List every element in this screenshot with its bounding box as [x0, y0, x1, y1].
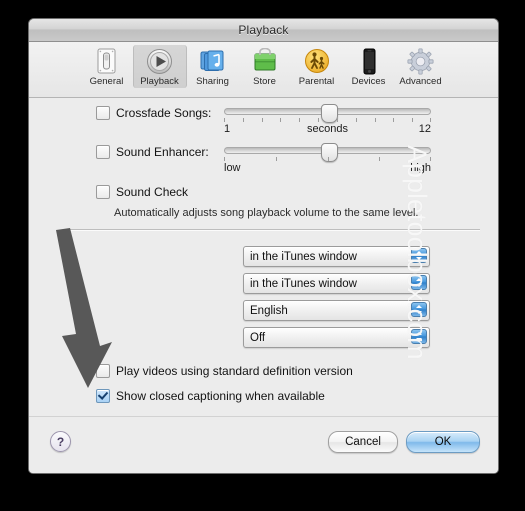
toolbar-item-general[interactable]: General: [81, 45, 133, 88]
help-button[interactable]: ?: [50, 431, 71, 452]
toolbar-label-devices: Devices: [351, 76, 386, 87]
crossfade-slider[interactable]: 1 seconds 12: [224, 104, 431, 135]
devices-icon: [356, 47, 382, 75]
toolbar-label-playback: Playback: [140, 76, 179, 87]
preferences-toolbar: General Playback Sharing Store Parental …: [29, 42, 498, 98]
toolbar-label-advanced: Advanced: [399, 76, 442, 87]
toolbar-item-advanced[interactable]: Advanced: [395, 45, 447, 88]
toolbar-label-sharing: Sharing: [196, 76, 229, 87]
general-icon: [94, 47, 119, 75]
sound-enhancer-label: Sound Enhancer:: [116, 145, 209, 159]
standard-definition-label: Play videos using standard definition ve…: [116, 364, 353, 378]
toolbar-item-devices[interactable]: Devices: [343, 45, 395, 88]
crossfade-min-label: 1: [224, 123, 231, 135]
crossfade-max-label: 12: [418, 123, 431, 135]
sound-enhancer-min-label: low: [224, 162, 241, 174]
play-movies-value: in the iTunes window: [250, 250, 357, 263]
closed-captioning-checkbox[interactable]: [96, 389, 110, 403]
sound-enhancer-slider-ticks: [224, 157, 431, 162]
sound-enhancer-checkbox[interactable]: [96, 145, 110, 159]
dialog-footer: ? Cancel OK: [29, 416, 498, 473]
advanced-icon: [407, 47, 434, 75]
toolbar-item-store[interactable]: Store: [239, 45, 291, 88]
parental-icon: [304, 47, 330, 75]
toolbar-label-parental: Parental: [298, 76, 335, 87]
sound-check-row: Sound Check: [96, 185, 188, 199]
toolbar-item-playback[interactable]: Playback: [132, 45, 187, 88]
standard-definition-row: Play videos using standard definition ve…: [96, 364, 353, 378]
closed-captioning-row: Show closed captioning when available: [96, 389, 325, 403]
play-music-videos-value: in the iTunes window: [250, 277, 357, 290]
toolbar-item-parental[interactable]: Parental: [291, 45, 343, 88]
crossfade-mid-label: seconds: [307, 123, 348, 135]
sound-check-label: Sound Check: [116, 185, 189, 199]
sound-enhancer-slider[interactable]: low high: [224, 143, 431, 174]
site-watermark: Appletoolbox.com: [402, 145, 432, 360]
standard-definition-checkbox[interactable]: [96, 364, 110, 378]
crossfade-label: Crossfade Songs:: [116, 106, 212, 120]
sound-check-description-wrap: Automatically adjusts song playback volu…: [114, 203, 419, 221]
ok-button[interactable]: OK: [406, 431, 480, 453]
sharing-icon: [199, 47, 226, 75]
closed-captioning-label: Show closed captioning when available: [116, 389, 325, 403]
toolbar-label-store: Store: [253, 76, 276, 87]
sound-enhancer-row: Sound Enhancer:: [96, 145, 209, 159]
window-title: Playback: [238, 23, 289, 37]
playback-icon: [146, 47, 173, 75]
store-icon: [252, 47, 278, 75]
toolbar-item-sharing[interactable]: Sharing: [187, 45, 239, 88]
sound-check-description: Automatically adjusts song playback volu…: [114, 207, 419, 219]
sound-check-checkbox[interactable]: [96, 185, 110, 199]
toolbar-label-general: General: [89, 76, 124, 87]
crossfade-checkbox[interactable]: [96, 106, 110, 120]
screenshot-stage: Playback General Playback Sharing Store …: [0, 0, 525, 511]
window-titlebar[interactable]: Playback: [29, 19, 498, 42]
cancel-button[interactable]: Cancel: [328, 431, 398, 453]
crossfade-row: Crossfade Songs:: [96, 106, 211, 120]
audio-language-value: English: [250, 304, 288, 317]
subtitle-language-value: Off: [250, 331, 266, 344]
